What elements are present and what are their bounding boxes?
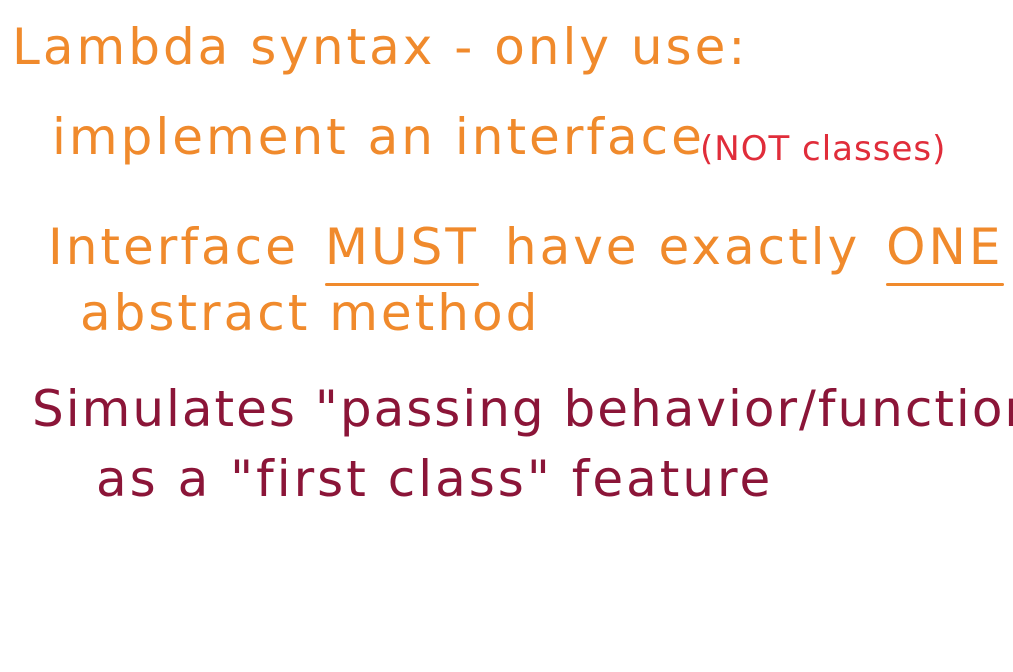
note-not-classes: (NOT classes) <box>700 129 947 169</box>
note-line-abstract-method: abstract method <box>80 284 541 342</box>
note-one-underlined: ONE <box>886 218 1004 286</box>
note-line-lambda-syntax: Lambda syntax - only use: <box>12 18 749 76</box>
note-line-simulates: Simulates "passing behavior/function" <box>32 380 1013 438</box>
note-line-implement-interface: implement an interface <box>52 108 705 166</box>
note-interface-word: Interface <box>48 218 299 276</box>
whiteboard-canvas: Lambda syntax - only use: implement an i… <box>0 0 1013 672</box>
note-line-interface-must: Interface MUST have exactly ONE <box>48 218 1004 286</box>
note-have-exactly: have exactly <box>504 218 861 276</box>
note-must-underlined: MUST <box>324 218 479 286</box>
note-line-first-class: as a "first class" feature <box>96 450 774 508</box>
